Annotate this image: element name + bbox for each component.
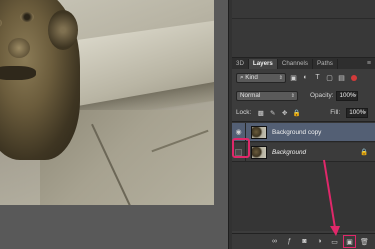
upper-panel-area: [232, 0, 375, 58]
layers-bottom-toolbar: ∞ ƒ ◙ ◑ ▭ ▣ 🗑: [232, 233, 375, 249]
adjustment-filter-icon[interactable]: ◐: [301, 73, 310, 82]
layer-filter-row: ⌕ Kind ⇕ ▣ ◐ T ▢ ▤: [232, 71, 375, 84]
layer-mask-icon[interactable]: ◙: [300, 237, 309, 246]
layer-thumbnail[interactable]: [251, 145, 267, 159]
lock-all-icon[interactable]: 🔒: [292, 108, 301, 117]
filter-toggle-icon[interactable]: [351, 74, 357, 81]
tab-3d[interactable]: 3D: [232, 59, 249, 69]
lock-transparent-pixels-icon[interactable]: ▩: [256, 108, 265, 117]
gargoyle-mouth: [0, 66, 36, 80]
panel-tabs: 3D Layers Channels Paths ≡: [232, 58, 375, 69]
stone-ornament: [48, 10, 78, 50]
blend-mode-select[interactable]: Normal ⇕: [236, 90, 298, 101]
layer-row-background[interactable]: Background 🔒: [232, 142, 375, 162]
lock-label: Lock:: [236, 109, 252, 116]
kind-label: Kind: [245, 73, 258, 81]
tab-paths[interactable]: Paths: [313, 59, 338, 69]
type-filter-icon[interactable]: T: [313, 73, 322, 82]
chevron-down-icon: ▾: [353, 92, 357, 99]
annotation-highlight-box: [232, 138, 250, 158]
pixel-filter-icon[interactable]: ▣: [289, 73, 298, 82]
smart-object-filter-icon[interactable]: ▤: [337, 73, 346, 82]
panel-menu-icon[interactable]: ≡: [363, 59, 375, 69]
lock-icon: 🔒: [360, 149, 369, 156]
shape-filter-icon[interactable]: ▢: [325, 73, 334, 82]
chevron-down-icon: ▾: [363, 109, 367, 116]
gargoyle-eye: [0, 18, 2, 28]
layer-thumbnail[interactable]: [251, 125, 267, 139]
tab-channels[interactable]: Channels: [278, 59, 314, 69]
lock-row: Lock: ▩ ✎ ✥ 🔒 Fill: 100% ▾: [232, 106, 375, 119]
gargoyle-eye: [20, 12, 34, 22]
opacity-label: Opacity:: [310, 92, 334, 99]
layers-list: ◉ Background copy Background 🔒: [232, 121, 375, 231]
lock-image-pixels-icon[interactable]: ✎: [268, 108, 277, 117]
trash-icon[interactable]: 🗑: [360, 237, 369, 246]
document-image[interactable]: [0, 0, 214, 205]
layer-name[interactable]: Background: [272, 149, 306, 156]
document-canvas-area[interactable]: [0, 0, 232, 249]
layer-name[interactable]: Background copy: [272, 129, 321, 136]
blend-row: Normal ⇕ Opacity: 100% ▾: [232, 89, 375, 102]
tab-layers[interactable]: Layers: [248, 59, 278, 69]
adjustment-layer-icon[interactable]: ◑: [315, 237, 324, 246]
new-group-icon[interactable]: ▭: [330, 237, 339, 246]
layer-style-icon[interactable]: ƒ: [285, 237, 294, 246]
chevron-down-icon: ⇕: [290, 92, 295, 99]
blend-mode-value: Normal: [240, 91, 261, 99]
gargoyle-nose: [8, 38, 30, 58]
layers-panel: 3D Layers Channels Paths ≡ ⌕ Kind ⇕ ▣ ◐ …: [232, 0, 375, 249]
lock-position-icon[interactable]: ✥: [280, 108, 289, 117]
filter-kind-select[interactable]: ⌕ Kind ⇕: [236, 72, 286, 83]
fill-label: Fill:: [330, 109, 341, 116]
layer-row-background-copy[interactable]: ◉ Background copy: [232, 122, 375, 142]
opacity-field[interactable]: 100% ▾: [336, 90, 359, 101]
panel-separator: [232, 18, 375, 19]
link-layers-icon[interactable]: ∞: [270, 237, 279, 246]
fill-field[interactable]: 100% ▾: [346, 107, 369, 118]
chevron-down-icon: ⇕: [278, 74, 283, 81]
new-layer-icon[interactable]: ▣: [343, 235, 356, 248]
